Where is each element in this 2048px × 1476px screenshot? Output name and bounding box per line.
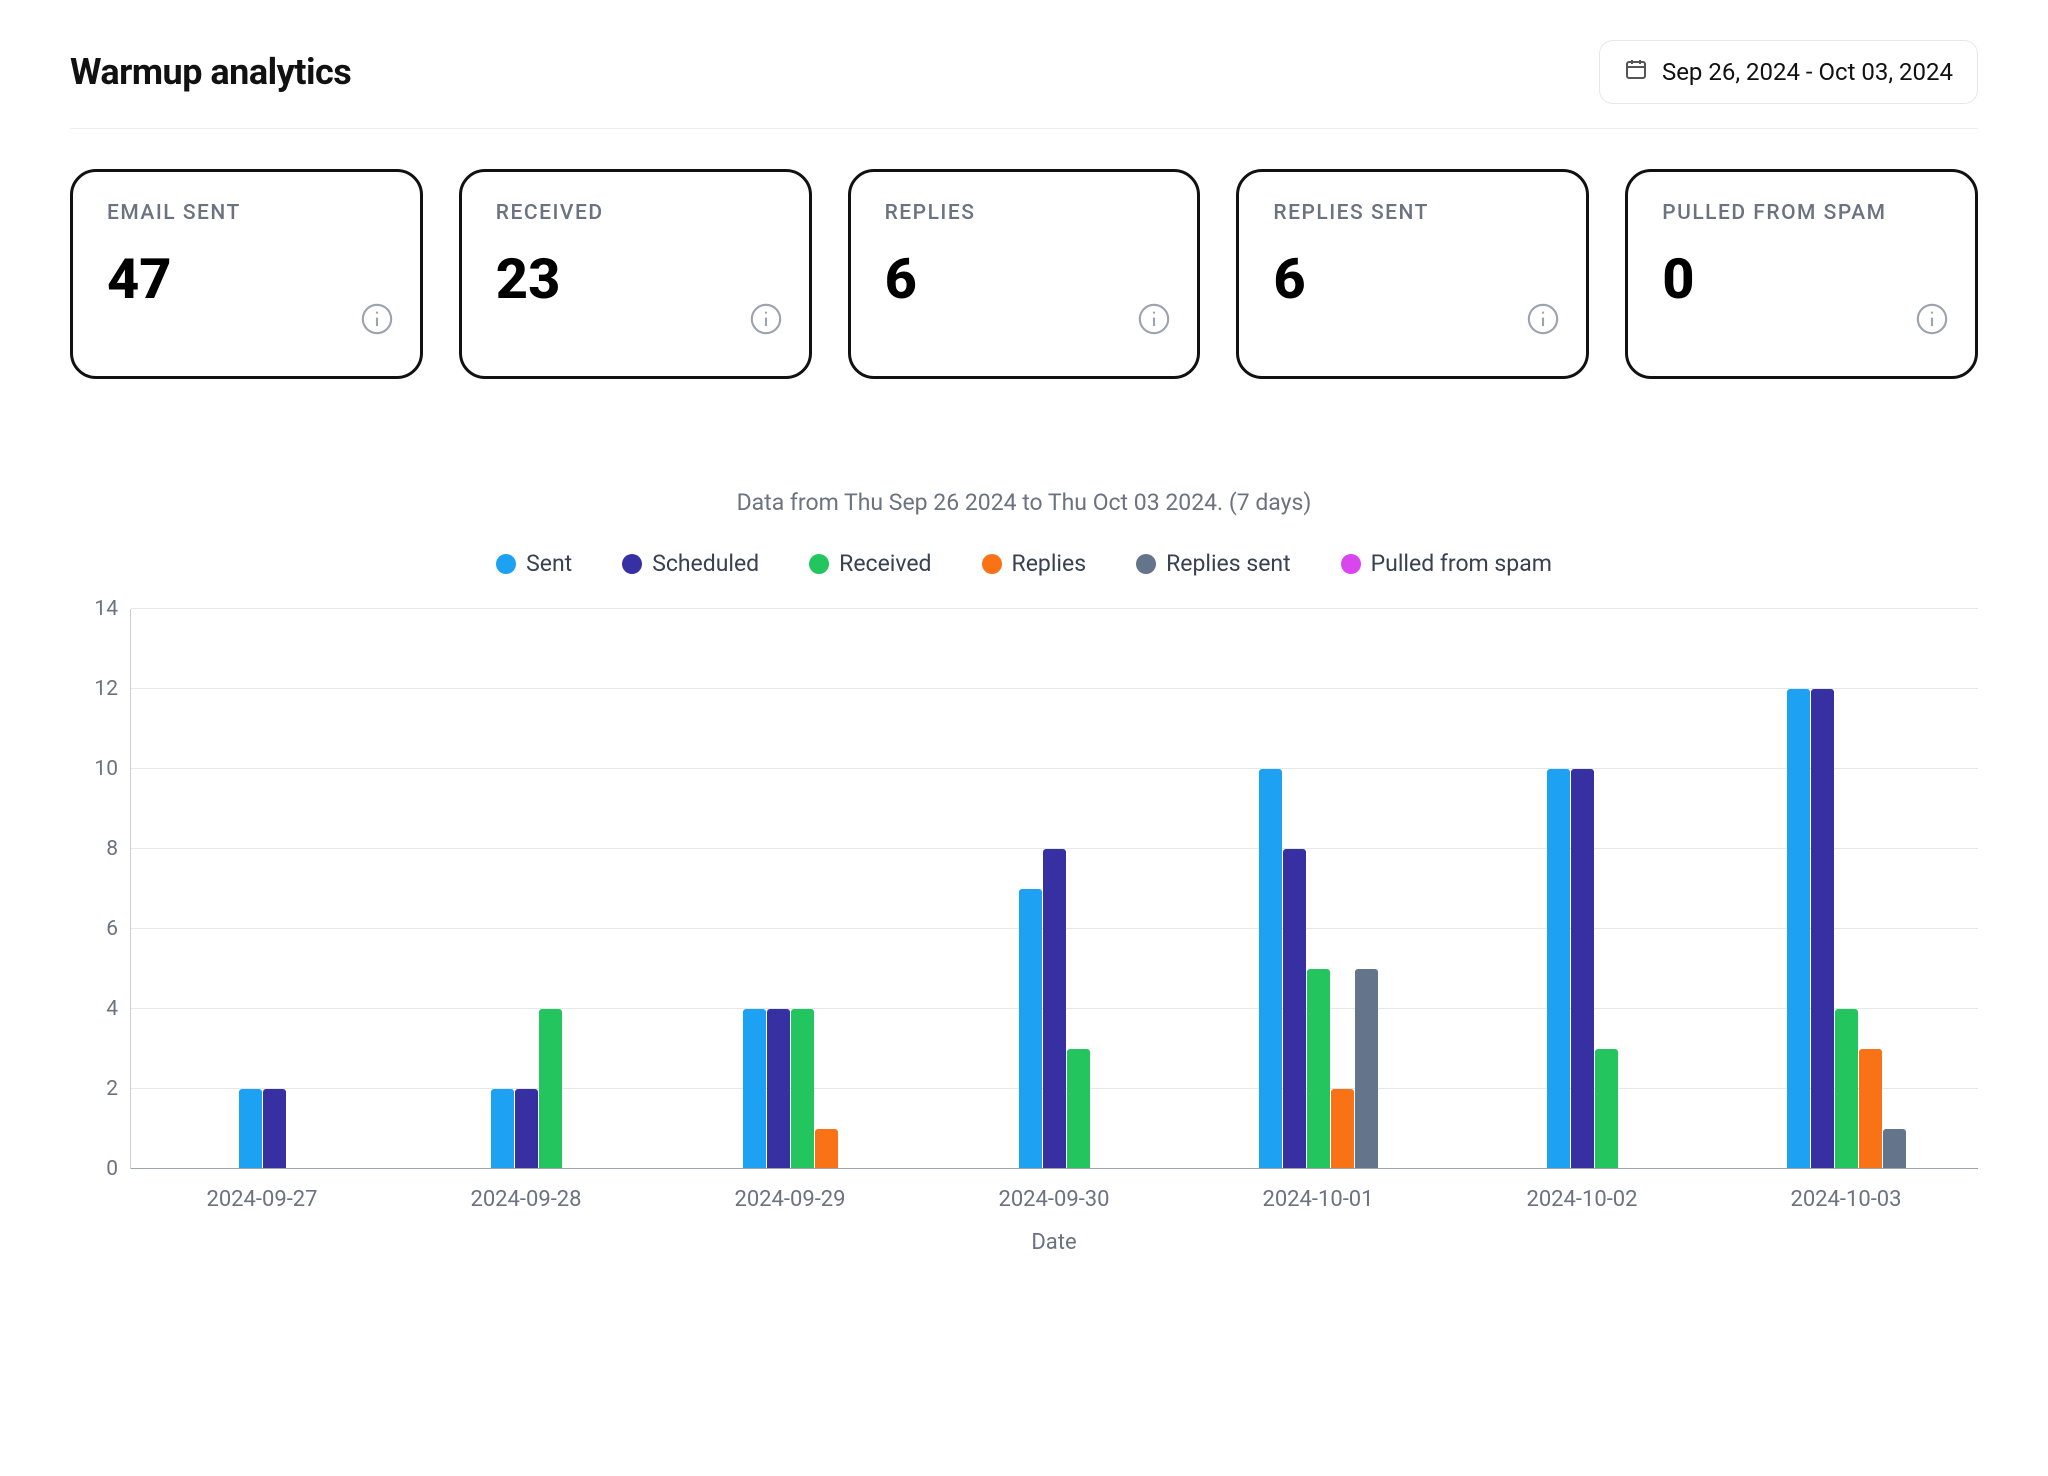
y-tick-label: 2 xyxy=(106,1077,118,1101)
legend-swatch xyxy=(1341,554,1361,574)
info-icon[interactable] xyxy=(360,302,394,336)
x-tick-label: 2024-09-30 xyxy=(922,1187,1186,1212)
legend-item[interactable]: Replies xyxy=(982,550,1087,577)
chart-caption: Data from Thu Sep 26 2024 to Thu Oct 03 … xyxy=(70,489,1978,516)
bar-group xyxy=(395,609,659,1169)
bar[interactable] xyxy=(1883,1129,1906,1169)
info-icon[interactable] xyxy=(1526,302,1560,336)
legend-item[interactable]: Scheduled xyxy=(622,550,759,577)
legend-swatch xyxy=(496,554,516,574)
x-tick-label: 2024-10-01 xyxy=(1186,1187,1450,1212)
info-icon[interactable] xyxy=(1915,302,1949,336)
info-icon[interactable] xyxy=(1137,302,1171,336)
metric-card: PULLED FROM SPAM 0 xyxy=(1625,169,1978,379)
calendar-icon xyxy=(1624,57,1648,87)
bar[interactable] xyxy=(239,1089,262,1169)
y-tick-label: 10 xyxy=(94,757,118,781)
chart-legend: Sent Scheduled Received Replies Replies … xyxy=(70,550,1978,577)
bar[interactable] xyxy=(1547,769,1570,1169)
bar[interactable] xyxy=(491,1089,514,1169)
y-tick-label: 8 xyxy=(106,837,118,861)
metric-card-label: RECEIVED xyxy=(496,200,775,226)
metric-card-label: EMAIL SENT xyxy=(107,200,386,226)
bar[interactable] xyxy=(1019,889,1042,1169)
metric-card: EMAIL SENT 47 xyxy=(70,169,423,379)
metric-cards-row: EMAIL SENT 47 RECEIVED 23 REPLIES 6 REPL… xyxy=(70,169,1978,379)
bar[interactable] xyxy=(815,1129,838,1169)
legend-label: Received xyxy=(839,550,931,577)
bar[interactable] xyxy=(1811,689,1834,1169)
bar[interactable] xyxy=(1067,1049,1090,1169)
x-tick-label: 2024-09-28 xyxy=(394,1187,658,1212)
y-tick-label: 12 xyxy=(94,677,118,701)
metric-card-value: 6 xyxy=(885,246,1164,312)
bar[interactable] xyxy=(1835,1009,1858,1169)
y-tick-label: 0 xyxy=(106,1157,118,1181)
legend-swatch xyxy=(622,554,642,574)
info-icon[interactable] xyxy=(749,302,783,336)
chart-y-axis: 02468101214 xyxy=(70,609,130,1169)
metric-card: RECEIVED 23 xyxy=(459,169,812,379)
page-title: Warmup analytics xyxy=(70,51,351,93)
bar-group xyxy=(923,609,1187,1169)
bar[interactable] xyxy=(515,1089,538,1169)
bar[interactable] xyxy=(791,1009,814,1169)
legend-swatch xyxy=(809,554,829,574)
bar-group xyxy=(131,609,395,1169)
metric-card-label: REPLIES SENT xyxy=(1273,200,1552,226)
legend-swatch xyxy=(1136,554,1156,574)
bar[interactable] xyxy=(1571,769,1594,1169)
bar-group xyxy=(1714,609,1978,1169)
legend-item[interactable]: Replies sent xyxy=(1136,550,1291,577)
bar[interactable] xyxy=(1331,1089,1354,1169)
legend-item[interactable]: Received xyxy=(809,550,931,577)
legend-label: Replies sent xyxy=(1166,550,1291,577)
chart-x-axis: 2024-09-272024-09-282024-09-292024-09-30… xyxy=(130,1187,1978,1212)
bar[interactable] xyxy=(1595,1049,1618,1169)
y-tick-label: 6 xyxy=(106,917,118,941)
bar[interactable] xyxy=(1259,769,1282,1169)
legend-swatch xyxy=(982,554,1002,574)
y-tick-label: 14 xyxy=(94,597,118,621)
bar[interactable] xyxy=(767,1009,790,1169)
bar-group xyxy=(659,609,923,1169)
bar[interactable] xyxy=(1355,969,1378,1169)
x-tick-label: 2024-10-02 xyxy=(1450,1187,1714,1212)
date-range-text: Sep 26, 2024 - Oct 03, 2024 xyxy=(1662,58,1953,86)
bar[interactable] xyxy=(1307,969,1330,1169)
legend-label: Scheduled xyxy=(652,550,759,577)
x-tick-label: 2024-10-03 xyxy=(1714,1187,1978,1212)
metric-card: REPLIES SENT 6 xyxy=(1236,169,1589,379)
metric-card-value: 47 xyxy=(107,246,386,312)
bar[interactable] xyxy=(263,1089,286,1169)
bar-group xyxy=(1186,609,1450,1169)
metric-card-value: 23 xyxy=(496,246,775,312)
legend-item[interactable]: Pulled from spam xyxy=(1341,550,1552,577)
metric-card: REPLIES 6 xyxy=(848,169,1201,379)
metric-card-label: PULLED FROM SPAM xyxy=(1662,200,1941,226)
bar-group xyxy=(1450,609,1714,1169)
chart-plot-area xyxy=(130,609,1978,1169)
legend-label: Replies xyxy=(1012,550,1087,577)
metric-card-value: 0 xyxy=(1662,246,1941,312)
bar[interactable] xyxy=(1859,1049,1882,1169)
x-tick-label: 2024-09-29 xyxy=(658,1187,922,1212)
bar[interactable] xyxy=(1787,689,1810,1169)
legend-item[interactable]: Sent xyxy=(496,550,572,577)
bar[interactable] xyxy=(743,1009,766,1169)
bar[interactable] xyxy=(1283,849,1306,1169)
x-tick-label: 2024-09-27 xyxy=(130,1187,394,1212)
legend-label: Sent xyxy=(526,550,572,577)
metric-card-label: REPLIES xyxy=(885,200,1164,226)
legend-label: Pulled from spam xyxy=(1371,550,1552,577)
date-range-picker[interactable]: Sep 26, 2024 - Oct 03, 2024 xyxy=(1599,40,1978,104)
chart-x-label: Date xyxy=(130,1230,1978,1255)
bar[interactable] xyxy=(1043,849,1066,1169)
y-tick-label: 4 xyxy=(106,997,118,1021)
bar[interactable] xyxy=(539,1009,562,1169)
metric-card-value: 6 xyxy=(1273,246,1552,312)
chart: 02468101214 xyxy=(70,609,1978,1169)
